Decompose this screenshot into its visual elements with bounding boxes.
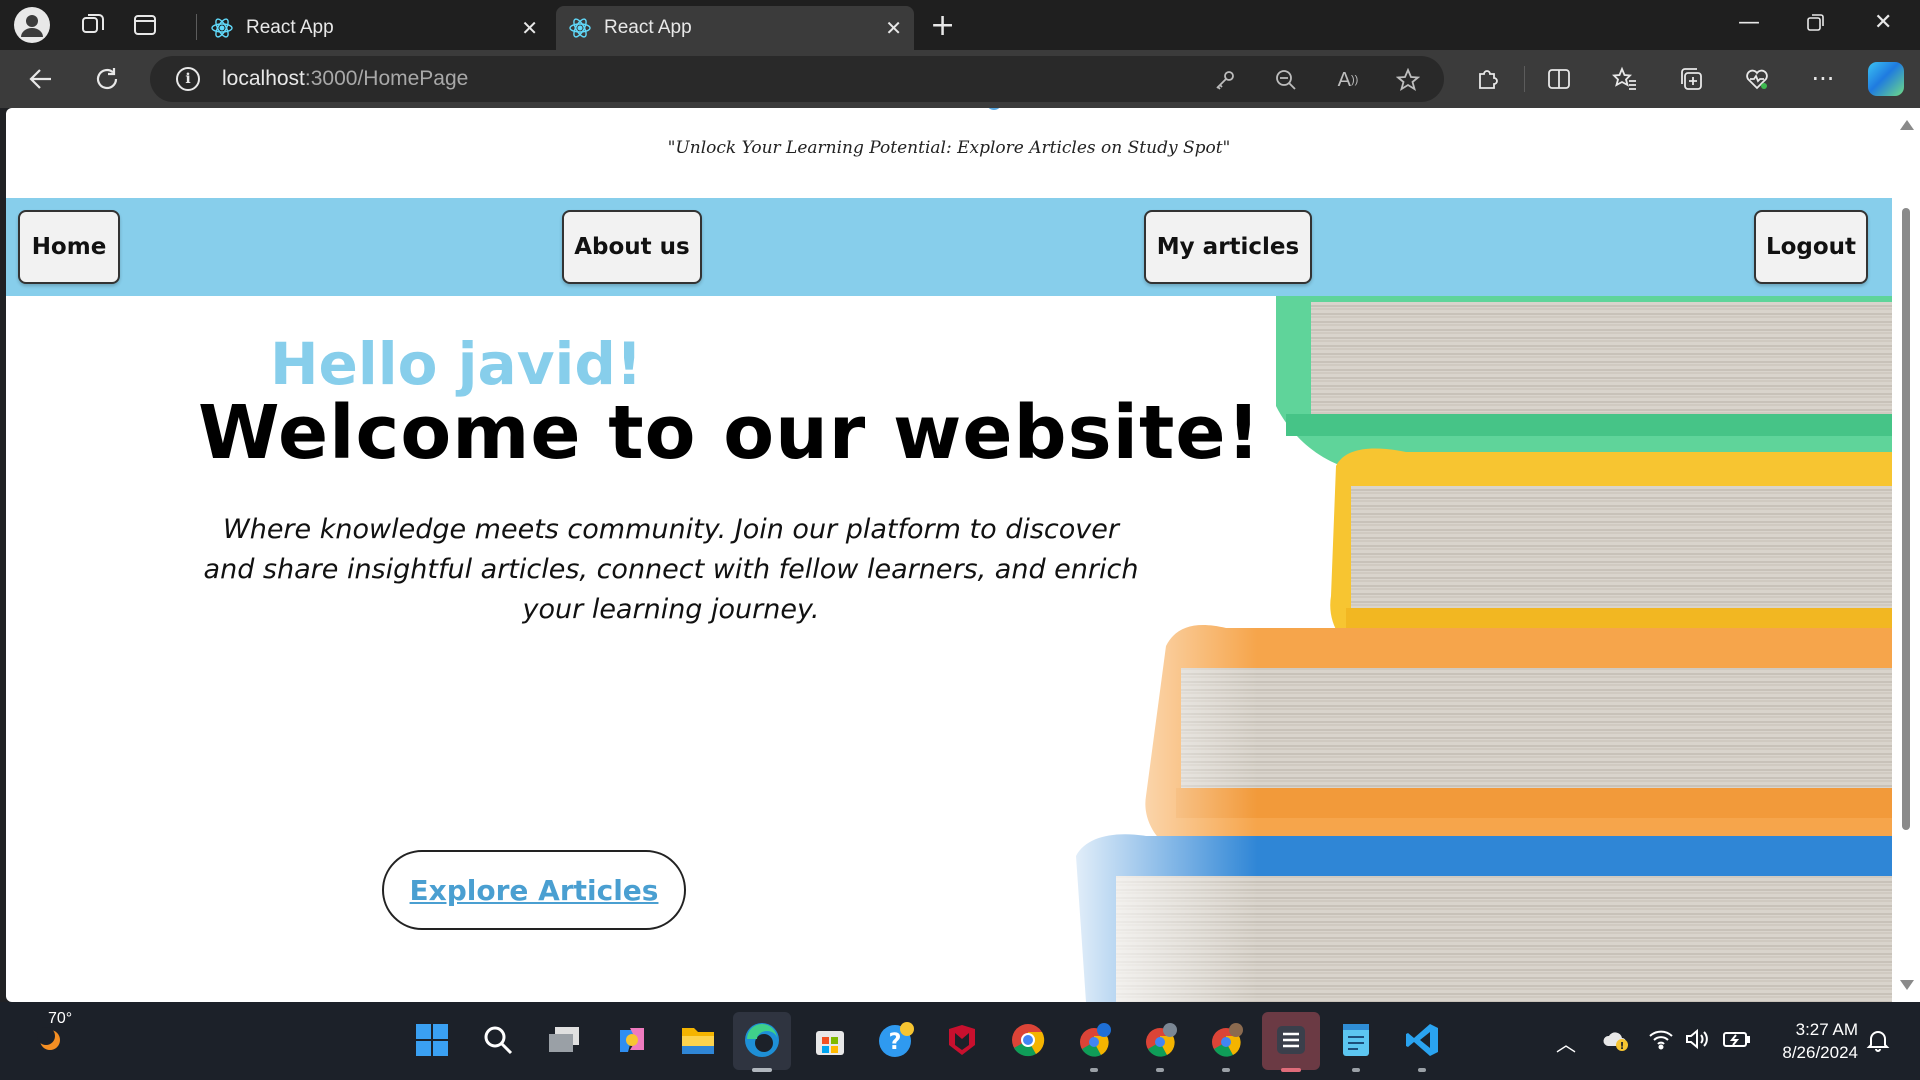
toolbar-divider xyxy=(1524,66,1525,92)
restore-icon[interactable] xyxy=(1806,12,1826,38)
hero-description: Where knowledge meets community. Join ou… xyxy=(203,514,1139,625)
running-indicator xyxy=(1090,1068,1098,1072)
chrome-profile-photo-icon[interactable] xyxy=(1206,1020,1246,1060)
task-view-icon[interactable] xyxy=(544,1020,584,1060)
logout-button[interactable]: Logout xyxy=(1754,210,1868,284)
show-hidden-icons-chevron-icon[interactable]: ︿ xyxy=(1556,1028,1576,1057)
url-text[interactable]: localhost:3000/HomePage xyxy=(222,67,468,91)
minimize-icon[interactable]: — xyxy=(1738,10,1760,35)
favorite-star-icon[interactable] xyxy=(1395,67,1421,93)
volume-icon[interactable] xyxy=(1684,1028,1710,1056)
tab-separator xyxy=(196,14,197,40)
vscode-icon[interactable] xyxy=(1402,1020,1442,1060)
page-viewport: "Unlock Your Learning Potential: Explore… xyxy=(6,108,1892,1002)
running-indicator xyxy=(1352,1068,1360,1072)
wifi-icon[interactable] xyxy=(1648,1028,1674,1056)
file-explorer-icon[interactable] xyxy=(678,1020,718,1060)
react-favicon-icon xyxy=(569,18,591,38)
nav-about-button[interactable]: About us xyxy=(562,210,702,284)
tab-react-app-1[interactable]: React App ✕ xyxy=(198,6,550,50)
back-arrow-icon[interactable] xyxy=(26,64,56,94)
start-windows-icon[interactable] xyxy=(412,1020,452,1060)
notifications-bell-icon[interactable] xyxy=(1866,1028,1890,1058)
url-host: localhost xyxy=(222,67,305,90)
text-editor-icon[interactable] xyxy=(1271,1020,1311,1060)
site-navbar: Home About us My articles Logout xyxy=(6,198,1892,296)
scroll-up-arrow-icon[interactable] xyxy=(1900,120,1914,130)
edge-active-indicator xyxy=(752,1068,772,1072)
page-scrollbar[interactable] xyxy=(1892,108,1920,1002)
address-bar[interactable]: i localhost:3000/HomePage A)) xyxy=(150,56,1444,102)
close-tab-icon[interactable]: ✕ xyxy=(885,16,902,41)
chrome-profile-j2-icon[interactable] xyxy=(1140,1020,1180,1060)
browser-title-bar: React App ✕ React App ✕ + — ✕ xyxy=(0,0,1920,50)
new-tab-plus-icon[interactable]: + xyxy=(930,8,955,43)
explore-articles-button[interactable]: Explore Articles xyxy=(382,850,686,930)
search-icon[interactable] xyxy=(478,1020,518,1060)
get-help-icon[interactable]: ? xyxy=(876,1020,916,1060)
logo-partial xyxy=(986,108,1002,110)
tab-title: React App xyxy=(604,17,692,38)
nav-home-button[interactable]: Home xyxy=(18,210,120,284)
favorites-icon[interactable] xyxy=(1610,64,1640,94)
browser-essentials-icon[interactable] xyxy=(1742,64,1772,94)
site-tagline: "Unlock Your Learning Potential: Explore… xyxy=(667,138,1231,158)
scroll-down-arrow-icon[interactable] xyxy=(1900,980,1914,990)
editor-active-indicator xyxy=(1281,1068,1301,1072)
site-info-icon[interactable]: i xyxy=(176,67,200,91)
tab-title: React App xyxy=(246,17,334,38)
profile-avatar-icon[interactable] xyxy=(14,7,50,43)
split-screen-icon[interactable] xyxy=(1544,64,1574,94)
greeting-heading: Hello javid! xyxy=(270,330,643,398)
collections-icon[interactable] xyxy=(1676,64,1706,94)
copilot-icon[interactable] xyxy=(1868,62,1904,96)
system-clock[interactable]: 3:27 AM 8/26/2024 xyxy=(1766,1018,1858,1064)
chrome-profile-j-icon[interactable] xyxy=(1074,1020,1114,1060)
weather-temperature: 70° xyxy=(48,1010,73,1027)
workspaces-icon[interactable] xyxy=(76,8,110,42)
url-path: :3000/HomePage xyxy=(304,67,469,90)
scroll-thumb[interactable] xyxy=(1902,208,1910,830)
notepad-icon[interactable] xyxy=(1336,1020,1376,1060)
clock-time: 3:27 AM xyxy=(1795,1020,1858,1039)
zoom-out-icon[interactable] xyxy=(1273,67,1299,93)
tab-react-app-2[interactable]: React App ✕ xyxy=(556,6,914,50)
extensions-icon[interactable] xyxy=(1472,64,1502,94)
edge-browser-icon[interactable] xyxy=(742,1020,782,1060)
nav-my-articles-button[interactable]: My articles xyxy=(1144,210,1312,284)
running-indicator xyxy=(1222,1068,1230,1072)
mcafee-icon[interactable] xyxy=(942,1020,982,1060)
microsoft-store-icon[interactable] xyxy=(810,1020,850,1060)
read-aloud-icon[interactable]: A)) xyxy=(1335,67,1361,93)
onedrive-warning-icon[interactable]: ! xyxy=(1602,1028,1630,1058)
windows-taskbar: 70° ? ︿ ! 3:27 AM 8/26/2024 xyxy=(0,1002,1920,1080)
clock-date: 8/26/2024 xyxy=(1782,1043,1858,1062)
running-indicator xyxy=(1156,1068,1164,1072)
chrome-icon[interactable] xyxy=(1008,1020,1048,1060)
welcome-heading: Welcome to our website! xyxy=(198,390,1262,476)
react-favicon-icon xyxy=(211,18,233,38)
hero-section: Hello javid! Welcome to our website! Whe… xyxy=(6,296,1892,1002)
running-indicator xyxy=(1418,1068,1426,1072)
password-key-icon[interactable] xyxy=(1212,67,1238,93)
copilot-taskbar-icon[interactable] xyxy=(612,1020,652,1060)
close-tab-icon[interactable]: ✕ xyxy=(521,16,538,41)
close-window-icon[interactable]: ✕ xyxy=(1874,10,1892,35)
more-options-icon[interactable]: ··· xyxy=(1808,64,1838,94)
svg-text:!: ! xyxy=(1620,1041,1625,1052)
battery-charging-icon[interactable] xyxy=(1722,1028,1752,1056)
refresh-icon[interactable] xyxy=(92,64,122,94)
tab-actions-icon[interactable] xyxy=(128,8,162,42)
svg-text:?: ? xyxy=(889,1030,902,1055)
